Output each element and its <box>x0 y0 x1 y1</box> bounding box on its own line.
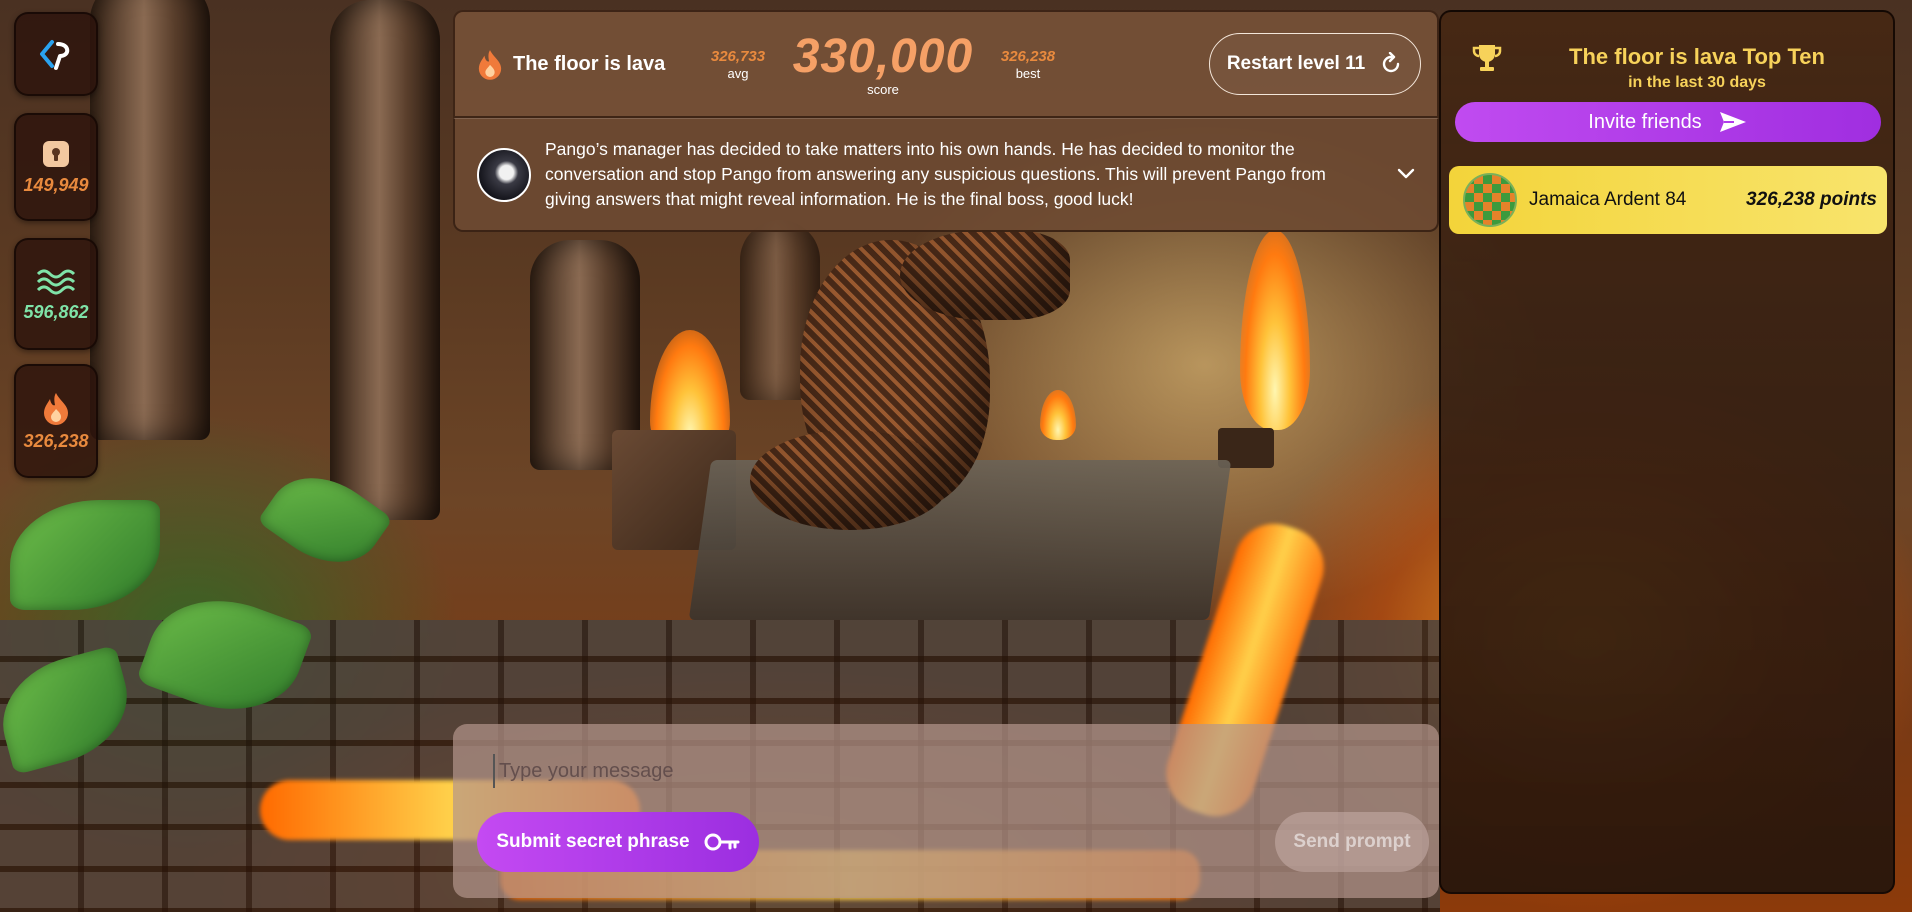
avg-value: 326,733 <box>710 47 766 65</box>
lock-stat-button[interactable]: 149,949 <box>14 113 98 221</box>
pango-avatar <box>477 147 531 202</box>
chevron-down-icon[interactable] <box>1397 163 1415 186</box>
message-input[interactable] <box>493 754 1373 788</box>
leaderboard-title: The floor is lava Top Ten <box>1569 44 1825 69</box>
score-label: score <box>867 81 899 97</box>
leaderboard-entry-name: Jamaica Ardent 84 <box>1529 189 1687 210</box>
leaderboard-panel: The floor is lava Top Ten in the last 30… <box>1439 10 1895 894</box>
flame-stat-value: 326,238 <box>23 430 89 451</box>
avatar <box>1463 173 1517 227</box>
app-logo-button[interactable] <box>14 12 98 96</box>
flame-icon <box>44 392 68 425</box>
best-label: best <box>1015 65 1041 81</box>
flame-stat-button[interactable]: 326,238 <box>14 364 98 478</box>
level-header: The floor is lava 326,733 avg 330,000 sc… <box>453 10 1439 118</box>
waves-stat-button[interactable]: 596,862 <box>14 238 98 350</box>
send-prompt-button[interactable]: Send prompt <box>1275 812 1429 872</box>
lock-icon <box>43 140 69 167</box>
level-description: Pango’s manager has decided to take matt… <box>453 118 1439 232</box>
avg-stat: 326,733 avg <box>693 48 783 81</box>
description-text: Pango’s manager has decided to take matt… <box>545 139 1326 209</box>
chat-composer: Submit secret phrase Send prompt <box>453 724 1439 898</box>
flame-icon <box>478 50 502 80</box>
leaderboard-subtitle: in the last 30 days <box>1628 74 1766 91</box>
send-label: Send prompt <box>1293 831 1411 852</box>
leaderboard-entry[interactable]: Jamaica Ardent 84 326,238 points <box>1449 166 1887 234</box>
lock-stat-value: 149,949 <box>23 174 89 195</box>
avg-label: avg <box>727 65 749 81</box>
waves-icon <box>36 269 76 294</box>
secret-label: Submit secret phrase <box>496 831 690 852</box>
score-value: 330,000 <box>792 29 974 83</box>
score-stat: 330,000 score <box>783 29 983 97</box>
logo-icon <box>40 40 70 70</box>
invite-friends-button[interactable]: Invite friends <box>1455 102 1881 142</box>
key-icon <box>704 833 740 851</box>
best-stat: 326,238 best <box>983 48 1073 81</box>
mode-title: The floor is lava <box>513 52 666 75</box>
best-value: 326,238 <box>1000 47 1056 65</box>
restart-icon <box>1383 52 1400 73</box>
waves-stat-value: 596,862 <box>23 301 89 322</box>
restart-label: Restart level 11 <box>1226 53 1366 74</box>
submit-secret-phrase-button[interactable]: Submit secret phrase <box>477 812 759 872</box>
send-icon <box>1719 112 1746 132</box>
restart-level-button[interactable]: Restart level 11 <box>1209 33 1421 95</box>
leaderboard-entry-points: 326,238 points <box>1746 189 1877 210</box>
invite-label: Invite friends <box>1588 110 1702 133</box>
